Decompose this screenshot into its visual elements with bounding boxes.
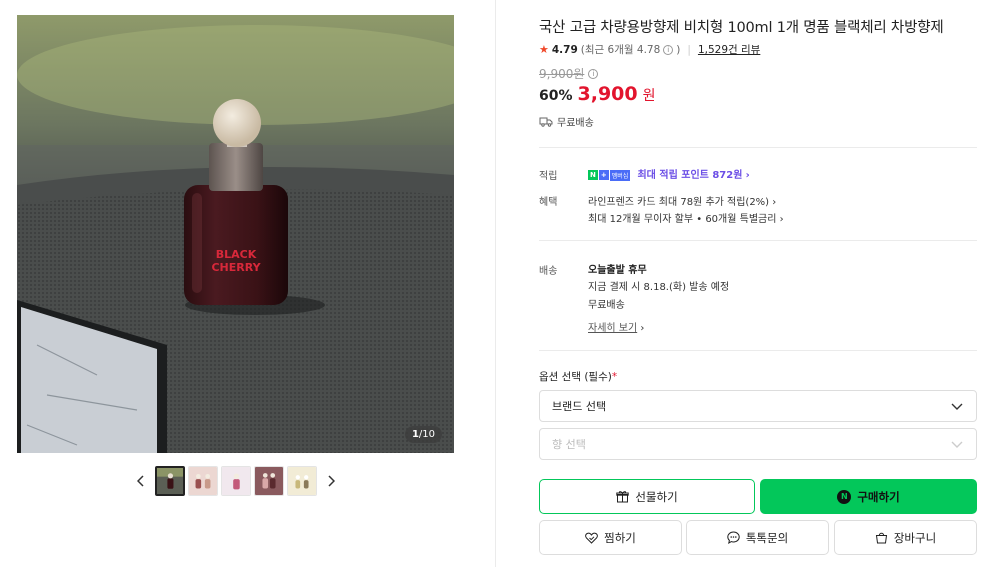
truck-icon [539, 117, 553, 127]
scent-select-value: 향 선택 [552, 438, 586, 451]
brand-select-value: 브랜드 선택 [552, 400, 607, 413]
shopping-bag-icon [875, 532, 887, 544]
discount-rate: 60% [539, 88, 573, 104]
sale-price: 3,900 [577, 83, 638, 105]
rating-row: ★ 4.79 (최근 6개월 4.78 i) | 1,529건 리뷰 [539, 42, 760, 57]
next-thumbnail-arrow[interactable] [320, 466, 342, 496]
divider-1 [539, 147, 977, 148]
benefit-line-1-text: 라인프렌즈 카드 최대 78원 추가 적립(2%) [588, 197, 770, 208]
product-title: 국산 고급 차량용방향제 비치형 100ml 1개 명품 블랙체리 차방향제 [539, 20, 944, 36]
image-counter: 1/10 [404, 426, 442, 443]
thumbnail-1[interactable] [154, 466, 185, 496]
chat-bubble-icon [727, 531, 740, 544]
chevron-right-icon [327, 475, 335, 487]
cart-button-label: 장바구니 [893, 530, 937, 545]
recent-rating-suffix: ) [676, 43, 681, 56]
prev-thumbnail-arrow[interactable] [130, 466, 152, 496]
chevron-right-icon: › [772, 197, 777, 208]
product-gallery: BLACK CHERRY 1/10 [17, 15, 454, 496]
required-mark: * [611, 371, 618, 383]
bottle-label-line1: BLACK [216, 248, 257, 261]
npay-plus-icon: + [598, 170, 609, 180]
delivery-label: 배송 [539, 266, 558, 277]
naver-n-icon: N [837, 489, 852, 504]
main-product-image[interactable]: BLACK CHERRY 1/10 [17, 15, 454, 453]
thumbnail-3[interactable] [220, 466, 251, 496]
rating-score: 4.79 [551, 43, 578, 56]
original-price: 9,900원 [539, 67, 585, 81]
info-icon[interactable]: i [663, 44, 674, 55]
thumbnail-4-image [254, 467, 283, 495]
talktalk-button-label: 톡톡문의 [745, 530, 789, 545]
delivery-fee: 무료배송 [588, 300, 625, 311]
points-label: 적립 [539, 171, 558, 182]
thumbnail-1-image [156, 468, 183, 494]
npay-membership-badge: N + 멤버십 [588, 169, 631, 181]
brand-select[interactable]: 브랜드 선택 [539, 390, 977, 422]
wish-button-label: 찜하기 [604, 530, 636, 545]
npay-membership-text: 멤버십 [609, 169, 631, 181]
buy-button-label: 구매하기 [857, 489, 900, 504]
chevron-right-icon: › [745, 170, 750, 181]
chevron-down-icon [950, 401, 964, 411]
divider-2 [539, 240, 977, 241]
original-price-row: 9,900원 i [539, 65, 599, 82]
rating-separator: | [687, 43, 691, 56]
recent-rating-prefix: (최근 6개월 4.78 [580, 44, 661, 56]
scent-select[interactable]: 향 선택 [539, 428, 977, 460]
thumbnail-3-image [221, 467, 250, 495]
review-count-link[interactable]: 1,529건 리뷰 [698, 42, 760, 57]
price-row: 60% 3,900 원 [539, 83, 656, 105]
benefit-label: 혜택 [539, 197, 558, 208]
npay-n-icon: N [588, 170, 598, 180]
chevron-left-icon [136, 475, 144, 487]
benefit-line-1[interactable]: 라인프렌즈 카드 최대 78원 추가 적립(2%) › [588, 193, 776, 208]
bottle-label-line2: CHERRY [211, 261, 261, 274]
shipping-badge: 무료배송 [539, 114, 594, 129]
currency-unit: 원 [642, 88, 656, 104]
gift-button[interactable]: 선물하기 [539, 479, 755, 514]
product-photo: BLACK CHERRY [17, 15, 454, 453]
thumbnail-strip [17, 465, 454, 497]
price-info-icon[interactable]: i [588, 68, 599, 79]
gift-icon [616, 491, 630, 503]
benefit-line-2-text: 최대 12개월 무이자 할부 • 60개월 특별금리 [588, 214, 777, 225]
shipping-badge-text: 무료배송 [557, 118, 594, 129]
thumbnail-5[interactable] [286, 466, 317, 496]
chevron-right-icon: › [640, 323, 645, 334]
heart-icon [585, 532, 598, 544]
image-counter-current: 1 [411, 429, 419, 440]
thumbnail-2[interactable] [187, 466, 218, 496]
divider-3 [539, 350, 977, 351]
cart-button[interactable]: 장바구니 [834, 520, 977, 555]
gift-button-label: 선물하기 [635, 489, 678, 504]
thumbnail-2-image [188, 467, 217, 495]
chevron-down-icon [950, 439, 964, 449]
delivery-detail-link-text: 자세히 보기 [588, 323, 638, 334]
points-row[interactable]: N + 멤버십 최대 적립 포인트 872원 › [588, 166, 750, 181]
image-counter-total: /10 [418, 429, 435, 440]
wish-button[interactable]: 찜하기 [539, 520, 682, 555]
max-points-text: 최대 적립 포인트 872원 [637, 170, 743, 181]
benefit-line-2[interactable]: 최대 12개월 무이자 할부 • 60개월 특별금리 › [588, 210, 784, 225]
column-divider [495, 0, 496, 567]
thumbnail-4[interactable] [253, 466, 284, 496]
buy-button[interactable]: N 구매하기 [760, 479, 977, 514]
chevron-right-icon: › [779, 214, 784, 225]
delivery-schedule: 지금 결제 시 8.18.(화) 발송 예정 [588, 282, 730, 293]
talktalk-inquiry-button[interactable]: 톡톡문의 [686, 520, 829, 555]
option-section-label: 옵션 선택 (필수)* [539, 369, 617, 384]
option-label-text: 옵션 선택 (필수) [539, 371, 612, 383]
delivery-detail-link[interactable]: 자세히 보기 › [588, 319, 644, 334]
thumbnail-5-image [287, 467, 316, 495]
star-icon: ★ [539, 43, 549, 56]
delivery-status: 오늘출발 휴무 [588, 265, 647, 276]
